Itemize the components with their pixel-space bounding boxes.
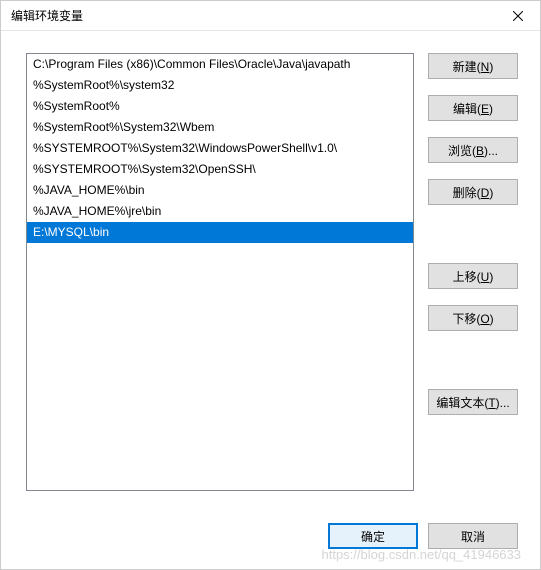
list-item[interactable]: %SystemRoot%: [27, 96, 413, 117]
browse-button[interactable]: 浏览(B)...: [428, 137, 518, 163]
ok-button[interactable]: 确定: [328, 523, 418, 549]
cancel-button[interactable]: 取消: [428, 523, 518, 549]
list-item[interactable]: %SYSTEMROOT%\System32\OpenSSH\: [27, 159, 413, 180]
list-item[interactable]: %SystemRoot%\System32\Wbem: [27, 117, 413, 138]
content-area: C:\Program Files (x86)\Common Files\Orac…: [1, 31, 540, 513]
title-text: 编辑环境变量: [11, 7, 83, 24]
list-item[interactable]: %SYSTEMROOT%\System32\WindowsPowerShell\…: [27, 138, 413, 159]
list-item[interactable]: C:\Program Files (x86)\Common Files\Orac…: [27, 54, 413, 75]
moveup-button[interactable]: 上移(U): [428, 263, 518, 289]
side-buttons: 新建(N) 编辑(E) 浏览(B)... 删除(D) 上移(U) 下移(O) 编…: [428, 53, 518, 503]
list-item[interactable]: %JAVA_HOME%\jre\bin: [27, 201, 413, 222]
list-item[interactable]: E:\MYSQL\bin: [27, 222, 413, 243]
list-item[interactable]: %JAVA_HOME%\bin: [27, 180, 413, 201]
new-button[interactable]: 新建(N): [428, 53, 518, 79]
close-button[interactable]: [495, 1, 540, 31]
path-listbox[interactable]: C:\Program Files (x86)\Common Files\Orac…: [26, 53, 414, 491]
bottom-bar: 确定 取消: [1, 513, 540, 569]
close-icon: [513, 11, 523, 21]
dialog-window: 编辑环境变量 C:\Program Files (x86)\Common Fil…: [0, 0, 541, 570]
movedown-button[interactable]: 下移(O): [428, 305, 518, 331]
list-item[interactable]: %SystemRoot%\system32: [27, 75, 413, 96]
edittext-button[interactable]: 编辑文本(T)...: [428, 389, 518, 415]
titlebar: 编辑环境变量: [1, 1, 540, 31]
delete-button[interactable]: 删除(D): [428, 179, 518, 205]
edit-button[interactable]: 编辑(E): [428, 95, 518, 121]
